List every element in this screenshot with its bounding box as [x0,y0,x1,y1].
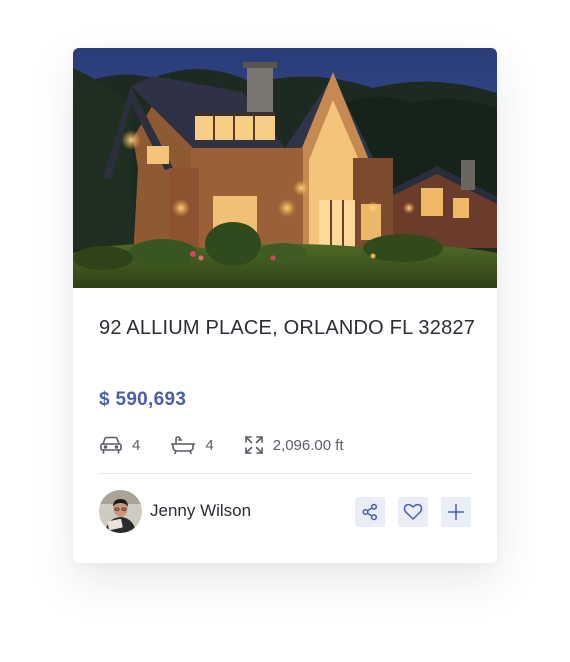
bathtub-icon [171,436,196,455]
property-card[interactable]: 92 ALLIUM PLACE, ORLANDO FL 32827 $ 590,… [73,48,497,563]
feature-garage: 4 [99,435,140,455]
favorite-button[interactable] [398,497,428,527]
divider [99,473,471,474]
area-value: 2,096.00 ft [272,436,344,454]
property-features: 4 4 2,096.00 ft [99,431,374,459]
share-button[interactable] [355,497,385,527]
feature-area: 2,096.00 ft [244,435,344,455]
share-icon [362,503,378,521]
bath-count: 4 [205,436,214,454]
garage-count: 4 [132,436,141,454]
heart-icon [403,503,423,520]
car-icon [100,436,122,454]
agent-avatar[interactable] [99,490,142,533]
agent-name[interactable]: Jenny Wilson [150,501,251,521]
feature-baths: 4 [170,435,214,455]
add-button[interactable] [441,497,471,527]
plus-icon [447,503,465,521]
property-photo[interactable] [73,48,497,288]
property-price: $ 590,693 [99,389,187,410]
property-address[interactable]: 92 ALLIUM PLACE, ORLANDO FL 32827 [99,313,479,343]
expand-icon [244,436,263,454]
